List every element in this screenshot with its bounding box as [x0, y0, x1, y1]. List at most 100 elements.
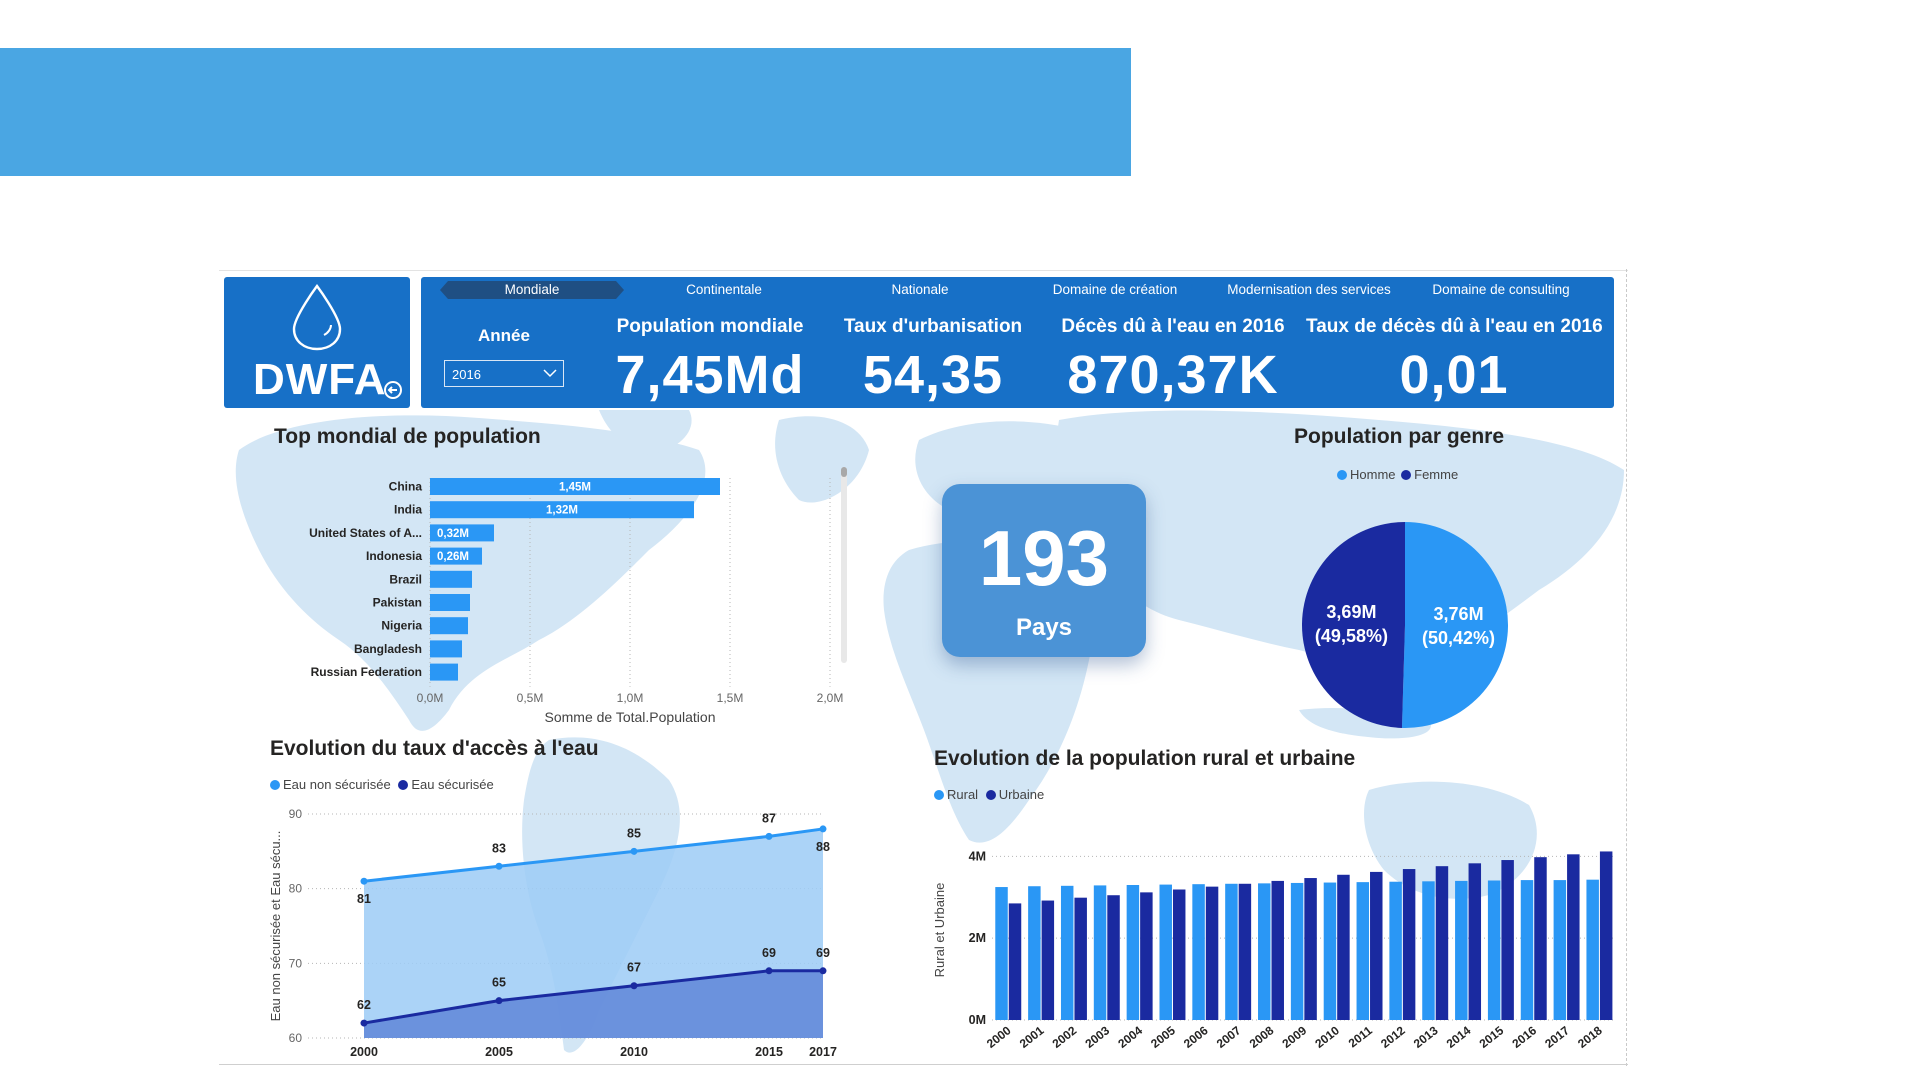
chart-scrollbar[interactable] — [841, 467, 847, 663]
area-y-tick: 60 — [289, 1031, 303, 1045]
col-urbaine-2018 — [1599, 851, 1613, 1020]
col-urbaine-2002 — [1074, 897, 1087, 1020]
col-x-tick: 2016 — [1509, 1023, 1539, 1051]
bar-category-label: Russian Federation — [311, 665, 422, 679]
col-rural-2004 — [1126, 885, 1140, 1020]
bar-x-tick: 0,0M — [417, 691, 444, 705]
col-urbaine-2016 — [1534, 857, 1547, 1020]
genre-chart-title: Population par genre — [1294, 425, 1505, 448]
bar-data-label: 0,32M — [437, 528, 469, 540]
bar-category-label: United States of A... — [309, 526, 422, 540]
data-label-eau-securisee: 67 — [627, 961, 641, 975]
bar-russian-federation — [430, 663, 458, 681]
chart-scrollbar-thumb[interactable] — [841, 467, 847, 477]
legend-homme[interactable]: Homme — [1337, 467, 1396, 482]
bar-x-tick: 1,0M — [617, 691, 644, 705]
bar-nigeria — [430, 617, 468, 635]
area-x-tick: 2010 — [620, 1045, 648, 1059]
pays-label: Pays — [1015, 614, 1073, 641]
kpi-population-value: 7,45Md — [615, 345, 805, 405]
year-select-value: 2016 — [452, 367, 481, 382]
col-x-tick: 2010 — [1312, 1023, 1342, 1051]
col-y-tick: 0M — [969, 1013, 986, 1027]
col-x-tick: 2005 — [1148, 1023, 1178, 1051]
legend-femme[interactable]: Femme — [1401, 467, 1458, 482]
bar-category-label: China — [389, 480, 423, 494]
top-population-chart[interactable]: 0,0M 0,5M 1,0M 1,5M 2,0M China 1,45M India 1,32M… — [230, 470, 850, 740]
tab-continentale[interactable]: Continentale — [652, 281, 796, 299]
col-rural-2013 — [1422, 881, 1435, 1020]
data-label-eau-non-securisee: 87 — [762, 811, 776, 825]
col-x-tick: 2008 — [1247, 1023, 1277, 1051]
col-y-axis-label: Rural et Urbaine — [932, 883, 947, 978]
area-y-axis-label: Eau non sécurisée et Eau sécu... — [268, 831, 283, 1022]
data-label-eau-securisee: 69 — [816, 946, 830, 960]
col-urbaine-2005 — [1172, 889, 1186, 1020]
col-rural-2000 — [995, 887, 1008, 1020]
col-urbaine-2015 — [1501, 860, 1514, 1020]
col-rural-2003 — [1093, 885, 1107, 1020]
col-x-tick: 2013 — [1411, 1023, 1441, 1051]
pie-slice-homme — [1401, 522, 1509, 728]
rural-urbaine-chart[interactable]: 0M2M4MRural et Urbaine2000 2001 2002 2003 20… — [930, 830, 1620, 1062]
kpi-taux-deces-value: 0,01 — [1399, 345, 1509, 405]
bar-x-tick: 1,5M — [717, 691, 744, 705]
col-rural-2006 — [1192, 884, 1205, 1020]
col-x-tick: 2001 — [1017, 1023, 1047, 1051]
genre-pie-chart[interactable]: 3,76M (50,42%) 3,69M (49,58%) — [1300, 520, 1510, 730]
acces-eau-chart[interactable]: 60 70 80 90 Eau non sécurisée et Eau sécu...… — [268, 798, 848, 1060]
pie-value-label: 3,76M — [1434, 604, 1484, 624]
col-urbaine-2017 — [1567, 854, 1580, 1020]
logo-text: DWFA — [253, 355, 387, 404]
col-urbaine-2004 — [1140, 892, 1153, 1020]
back-arrow-icon[interactable] — [383, 380, 403, 400]
tab-mondiale[interactable]: Mondiale — [440, 281, 624, 299]
col-rural-2001 — [1028, 886, 1041, 1020]
genre-legend: Homme Femme — [1337, 467, 1458, 482]
col-urbaine-2011 — [1370, 871, 1383, 1020]
kpi-deces-value: 870,37K — [1067, 345, 1279, 405]
bar-data-label: 0,26M — [437, 551, 469, 563]
bar-category-label: Nigeria — [381, 619, 422, 633]
legend-rural[interactable]: Rural — [934, 787, 978, 802]
year-select[interactable]: 2016 — [444, 360, 564, 387]
data-label-eau-non-securisee: 83 — [492, 841, 506, 855]
col-urbaine-2008 — [1271, 880, 1284, 1020]
col-x-tick: 2012 — [1378, 1023, 1408, 1051]
col-rural-2010 — [1323, 882, 1337, 1020]
data-label-eau-securisee: 62 — [357, 998, 371, 1012]
col-x-tick: 2018 — [1575, 1023, 1605, 1051]
tab-domaine-creation[interactable]: Domaine de création — [1040, 281, 1190, 299]
legend-eau-non-securisee[interactable]: Eau non sécurisée — [270, 777, 391, 792]
point-eau-non-securisee — [819, 825, 827, 833]
legend-eau-securisee[interactable]: Eau sécurisée — [398, 777, 494, 792]
pays-count: 193 — [978, 514, 1110, 602]
col-rural-2008 — [1258, 883, 1271, 1020]
point-eau-non-securisee — [360, 877, 368, 885]
col-urbaine-2000 — [1008, 903, 1022, 1020]
bar-data-label: 1,45M — [559, 482, 591, 494]
col-urbaine-2006 — [1205, 886, 1219, 1020]
tab-modernisation-services[interactable]: Modernisation des services — [1216, 281, 1402, 299]
point-eau-non-securisee — [630, 847, 638, 855]
legend-urbaine[interactable]: Urbaine — [985, 787, 1044, 802]
col-urbaine-2009 — [1304, 878, 1317, 1020]
col-y-tick: 2M — [969, 931, 986, 945]
kpi-urbanisation-title: Taux d'urbanisation — [843, 316, 1023, 337]
bar-category-label: Indonesia — [366, 549, 422, 563]
bar-pakistan — [430, 594, 470, 611]
point-eau-non-securisee — [495, 862, 503, 870]
bar-brazil — [430, 570, 472, 588]
col-rural-2017 — [1553, 880, 1567, 1020]
tab-domaine-consulting[interactable]: Domaine de consulting — [1420, 281, 1582, 299]
rural-urbaine-legend: Rural Urbaine — [934, 787, 1044, 802]
bar-x-tick: 0,5M — [517, 691, 544, 705]
col-x-tick: 2006 — [1181, 1023, 1211, 1051]
bar-category-label: Bangladesh — [354, 642, 422, 656]
area-x-tick: 2015 — [755, 1045, 783, 1059]
water-drop-icon — [292, 283, 342, 351]
pie-slice-femme — [1302, 522, 1405, 728]
tab-nationale[interactable]: Nationale — [864, 281, 976, 299]
chevron-down-icon — [543, 369, 557, 378]
col-x-tick: 2009 — [1280, 1023, 1310, 1051]
